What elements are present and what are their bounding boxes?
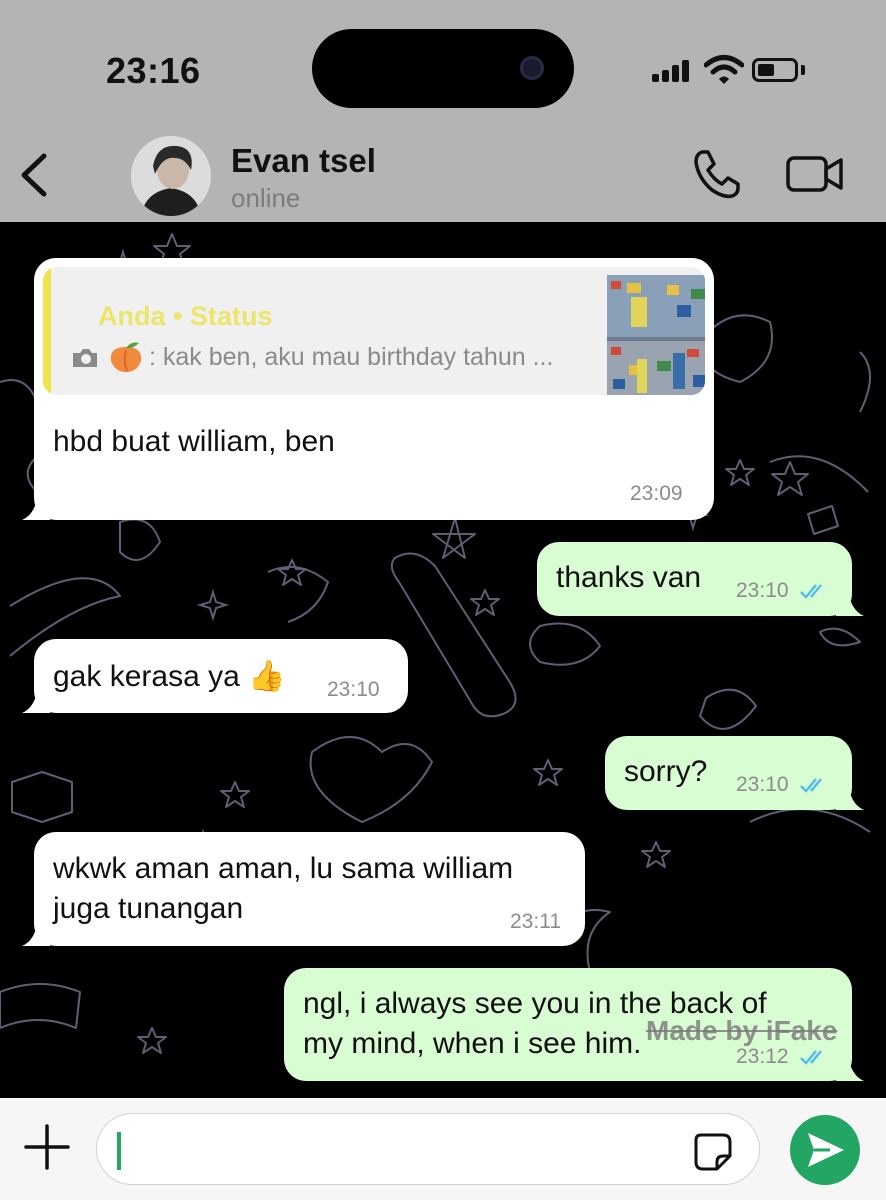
bubble-tail	[836, 588, 864, 616]
plus-icon[interactable]	[24, 1124, 70, 1170]
bubble-tail	[22, 492, 50, 520]
message-time: 23:10	[327, 678, 380, 701]
front-camera	[520, 56, 544, 80]
status-time: 23:16	[106, 50, 201, 91]
watermark: Made by iFake	[646, 1015, 838, 1046]
send-icon	[808, 1133, 844, 1167]
message-text-line: wkwk aman aman, lu sama william	[53, 852, 514, 885]
bubble-tail	[836, 1053, 864, 1081]
status-thumbnail	[607, 275, 705, 395]
message-time: 23:11	[510, 910, 561, 933]
chat-area[interactable]: Anda • Status : kak ben, aku mau birthda…	[0, 222, 886, 1098]
back-icon[interactable]	[14, 150, 54, 200]
quote-text: : kak ben, aku mau birthday tahun ...	[149, 343, 554, 371]
message-text: sorry?	[624, 755, 708, 788]
sticker-icon[interactable]	[693, 1132, 733, 1172]
message-time: 23:10	[736, 773, 789, 796]
message-text-line: my mind, when i see him.	[303, 1027, 642, 1060]
quote-title: Anda • Status	[98, 301, 273, 331]
bubble-tail	[22, 918, 50, 946]
chat-header: 23:16 Evan tsel online	[0, 0, 886, 222]
send-button[interactable]	[790, 1115, 860, 1185]
message-time: 23:10	[736, 579, 789, 602]
phone-icon[interactable]	[692, 148, 742, 200]
message-outgoing[interactable]: sorry? 23:10	[605, 736, 852, 810]
message-text: thanks van	[556, 561, 702, 594]
peach-emoji	[110, 342, 142, 372]
quote-accent-bar	[43, 267, 51, 395]
input-bar	[0, 1098, 886, 1200]
dynamic-island	[312, 29, 574, 108]
signal-icon	[652, 60, 694, 82]
message-time: 23:09	[630, 482, 683, 505]
battery-tip	[801, 65, 805, 75]
message-time: 23:12	[736, 1045, 789, 1068]
video-call-icon[interactable]	[786, 152, 844, 196]
message-input[interactable]	[96, 1113, 760, 1185]
message-incoming[interactable]: gak kerasa ya 👍 23:10	[34, 639, 408, 713]
camera-icon	[73, 349, 97, 367]
contact-name[interactable]: Evan tsel	[231, 142, 376, 180]
text-caret	[117, 1132, 121, 1170]
bubble-tail	[22, 685, 50, 713]
message-text-line: juga tunangan	[53, 892, 244, 925]
message-text: gak kerasa ya 👍	[53, 660, 286, 693]
read-ticks-icon	[800, 1050, 822, 1065]
message-outgoing[interactable]: thanks van 23:10	[537, 542, 852, 616]
wifi-icon	[704, 55, 744, 84]
message-incoming[interactable]: Anda • Status : kak ben, aku mau birthda…	[34, 258, 714, 520]
read-ticks-icon	[800, 778, 822, 793]
bubble-tail	[836, 782, 864, 810]
contact-status: online	[231, 183, 301, 213]
message-incoming[interactable]: wkwk aman aman, lu sama william juga tun…	[34, 832, 585, 946]
message-text: hbd buat william, ben	[53, 425, 335, 458]
avatar[interactable]	[131, 136, 211, 216]
read-ticks-icon	[800, 584, 822, 599]
battery-icon	[752, 58, 798, 82]
quoted-status[interactable]: Anda • Status : kak ben, aku mau birthda…	[43, 267, 705, 395]
